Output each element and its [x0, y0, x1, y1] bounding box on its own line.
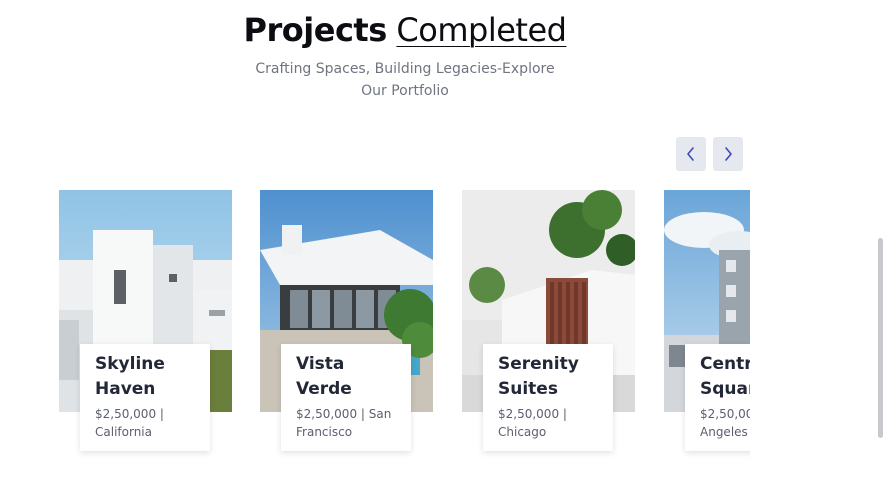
project-card[interactable]: Serenity Suites $2,50,000 | Chicago	[462, 190, 635, 460]
project-price-location: $2,50,000 | Chicago	[498, 405, 601, 441]
project-price-location: $2,50,000 | California	[95, 405, 198, 441]
project-info-card: Skyline Haven $2,50,000 | California	[80, 344, 210, 451]
project-card[interactable]: Skyline Haven $2,50,000 | California	[59, 190, 232, 460]
project-name: Serenity Suites	[498, 352, 601, 402]
project-name-line-2: Haven	[95, 379, 156, 399]
section-header: Projects Completed Crafting Spaces, Buil…	[240, 10, 570, 102]
project-price: $2,50,000	[700, 407, 750, 421]
project-info-card: Vista Verde $2,50,000 | San Francisco	[281, 344, 411, 451]
project-name: Centra Square	[700, 352, 750, 402]
project-name-line-1: Skyline	[95, 354, 165, 374]
project-info-card: Centra Square $2,50,000 Angeles	[685, 344, 750, 451]
project-name: Skyline Haven	[95, 352, 198, 402]
page-scrollbar[interactable]	[878, 238, 883, 438]
project-location: Francisco	[296, 425, 353, 439]
project-name-line-1: Serenity	[498, 354, 579, 374]
project-card[interactable]: Centra Square $2,50,000 Angeles	[664, 190, 750, 460]
project-location: Angeles	[700, 425, 748, 439]
chevron-right-icon	[725, 147, 732, 161]
project-name-line-2: Square	[700, 379, 750, 399]
subtitle-line-2: Our Portfolio	[361, 83, 449, 99]
project-price-location: $2,50,000 | San Francisco	[296, 405, 399, 441]
project-name-line-1: Centra	[700, 354, 750, 374]
chevron-left-icon	[687, 147, 694, 161]
project-price: $2,50,000 |	[95, 407, 164, 421]
project-price-location: $2,50,000 Angeles	[700, 405, 750, 441]
project-name: Vista Verde	[296, 352, 399, 402]
project-location: Chicago	[498, 425, 547, 439]
project-price: $2,50,000 |	[498, 407, 567, 421]
section-title-bold: Projects	[243, 11, 388, 49]
section-title-regular: Completed	[396, 11, 567, 49]
project-price: $2,50,000 | San	[296, 407, 392, 421]
carousel-next-button[interactable]	[713, 137, 743, 171]
carousel-prev-button[interactable]	[676, 137, 706, 171]
project-card[interactable]: Vista Verde $2,50,000 | San Francisco	[260, 190, 433, 460]
project-location: California	[95, 425, 152, 439]
section-title: Projects Completed	[240, 10, 570, 50]
project-info-card: Serenity Suites $2,50,000 | Chicago	[483, 344, 613, 451]
subtitle-line-1: Crafting Spaces, Building Legacies-Explo…	[255, 61, 555, 77]
project-name-line-2: Suites	[498, 379, 558, 399]
projects-carousel: Skyline Haven $2,50,000 | California Vis…	[59, 190, 750, 460]
project-name-line-1: Vista Verde	[296, 354, 352, 399]
section-subtitle: Crafting Spaces, Building Legacies-Explo…	[240, 58, 570, 102]
